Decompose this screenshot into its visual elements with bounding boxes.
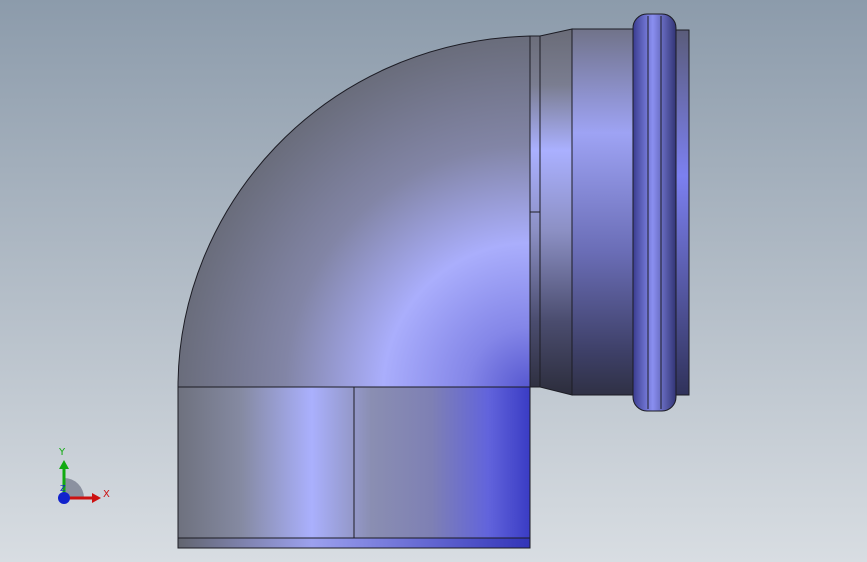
socket-body[interactable] (571, 28, 636, 396)
bottom-spout-lip[interactable] (177, 537, 531, 549)
socket-flare[interactable] (539, 28, 573, 396)
sealing-ring[interactable] (632, 13, 677, 412)
triad-x-label: X (103, 489, 110, 500)
triad-y-label: Y (58, 447, 66, 458)
viewport-canvas[interactable]: X Y Z (0, 0, 867, 562)
triad-z-label: Z (60, 484, 66, 493)
graphics-viewport[interactable]: X Y Z (0, 0, 867, 562)
triad-z-axis-icon (58, 492, 70, 504)
outer-rim[interactable] (675, 29, 690, 396)
